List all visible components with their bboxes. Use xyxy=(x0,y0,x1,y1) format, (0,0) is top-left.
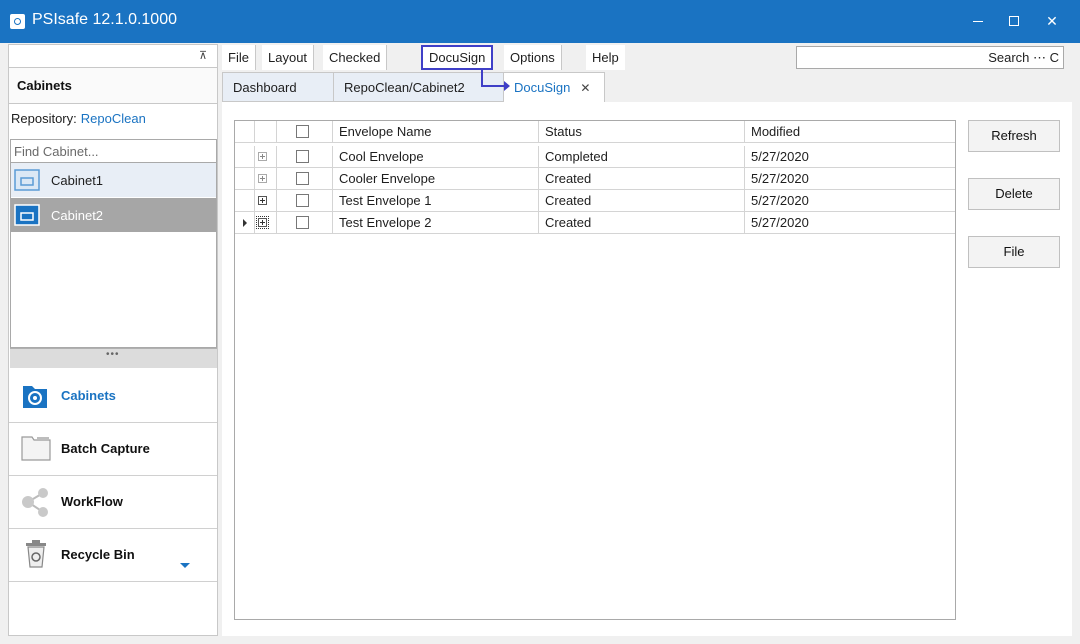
envelope-name-cell: Cooler Envelope xyxy=(333,168,539,190)
close-tab-icon[interactable]: ✕ xyxy=(580,81,590,95)
cabinet-icon xyxy=(14,169,40,191)
table-row[interactable]: Cooler Envelope Created 5/27/2020 xyxy=(235,168,955,190)
cabinet-icon xyxy=(14,204,40,226)
grip-icon: ••• xyxy=(106,349,120,360)
current-row-indicator-icon xyxy=(243,219,247,227)
modified-cell: 5/27/2020 xyxy=(751,215,809,230)
nav-item-workflow[interactable]: WorkFlow xyxy=(9,476,217,529)
annotation-arrow xyxy=(481,70,510,91)
menu-checked-out[interactable]: Checked Out xyxy=(323,45,388,90)
refresh-button[interactable]: Refresh xyxy=(968,120,1060,152)
modified-cell: 5/27/2020 xyxy=(751,193,809,208)
repository-row: Repository: RepoClean xyxy=(11,111,146,126)
status-cell: Created xyxy=(539,212,745,234)
cabinets-header: Cabinets xyxy=(9,68,217,104)
delete-button[interactable]: Delete xyxy=(968,178,1060,210)
window-title: PSIsafe 12.1.0.1000 xyxy=(32,11,177,28)
envelope-name-cell: Cool Envelope xyxy=(333,146,539,168)
menu-help[interactable]: Help xyxy=(586,45,625,70)
cabinet-label: Cabinet1 xyxy=(51,173,104,188)
find-cabinet-input[interactable] xyxy=(14,141,214,161)
cabinet-list: Cabinet1 Cabinet2 xyxy=(10,163,217,348)
table-row[interactable]: Test Envelope 1 Created 5/27/2020 xyxy=(235,190,955,212)
nav-label: WorkFlow xyxy=(61,494,123,509)
search-label: Search ⋯ C xyxy=(988,50,1059,65)
tab-label: DocuSign xyxy=(514,80,571,95)
expand-icon[interactable] xyxy=(258,174,267,183)
status-cell: Completed xyxy=(539,146,745,168)
cabinets-gear-icon xyxy=(23,386,47,408)
tab-dashboard[interactable]: Dashboard xyxy=(222,72,334,102)
panel-splitter[interactable]: ••• xyxy=(10,348,217,368)
cabinets-header-label: Cabinets xyxy=(17,78,72,93)
column-header-status[interactable]: Status xyxy=(539,121,745,143)
table-row[interactable]: Test Envelope 2 Created 5/27/2020 xyxy=(235,212,955,234)
modified-cell: 5/27/2020 xyxy=(751,149,809,164)
row-checkbox[interactable] xyxy=(296,194,309,207)
envelope-name-cell: Test Envelope 2 xyxy=(333,212,539,234)
chevron-down-icon[interactable] xyxy=(180,563,190,568)
search-field[interactable]: Search ⋯ C xyxy=(796,46,1064,69)
tab-docusign[interactable]: DocuSign ✕ xyxy=(503,72,605,102)
camera-icon xyxy=(10,14,25,29)
grid-header: Envelope Name Status Modified xyxy=(235,121,955,143)
select-all-checkbox[interactable] xyxy=(296,125,309,138)
minimize-button[interactable] xyxy=(964,8,992,34)
tab-label: Dashboard xyxy=(233,80,297,95)
status-cell: Created xyxy=(539,168,745,190)
expand-icon[interactable] xyxy=(256,216,269,229)
close-icon: ✕ xyxy=(1046,13,1058,29)
nav-label: Recycle Bin xyxy=(61,547,135,562)
nav-item-recycle-bin[interactable]: Recycle Bin xyxy=(9,529,217,582)
file-button[interactable]: File xyxy=(968,236,1060,268)
repository-link[interactable]: RepoClean xyxy=(81,111,146,126)
menu-docusign[interactable]: DocuSign xyxy=(421,45,494,70)
envelope-name-cell: Test Envelope 1 xyxy=(333,190,539,212)
status-cell: Created xyxy=(539,190,745,212)
menu-layout[interactable]: Layout xyxy=(262,45,315,70)
find-cabinet-field[interactable] xyxy=(10,139,217,163)
column-header-modified[interactable]: Modified xyxy=(745,121,955,143)
menu-options[interactable]: Options xyxy=(504,45,562,70)
nav-item-cabinets[interactable]: Cabinets xyxy=(9,370,217,423)
expand-icon[interactable] xyxy=(258,152,267,161)
menu-file[interactable]: File xyxy=(222,45,256,70)
folder-icon xyxy=(21,436,51,461)
cabinet-label: Cabinet2 xyxy=(51,208,104,223)
select-all-cell xyxy=(277,121,333,143)
column-header-envelope-name[interactable]: Envelope Name xyxy=(333,121,539,143)
cabinet-item-cabinet2[interactable]: Cabinet2 xyxy=(11,198,216,232)
cabinet-item-cabinet1[interactable]: Cabinet1 xyxy=(11,163,216,197)
pin-icon[interactable]: ⊼ xyxy=(199,49,207,62)
maximize-button[interactable] xyxy=(1000,8,1028,34)
row-checkbox[interactable] xyxy=(296,172,309,185)
row-checkbox[interactable] xyxy=(296,216,309,229)
envelope-grid: Envelope Name Status Modified Cool Envel… xyxy=(234,120,956,620)
row-checkbox[interactable] xyxy=(296,150,309,163)
table-row[interactable]: Cool Envelope Completed 5/27/2020 xyxy=(235,146,955,168)
tab-label: RepoClean/Cabinet2 xyxy=(344,80,465,95)
minimize-icon xyxy=(973,21,983,22)
expand-icon[interactable] xyxy=(258,196,267,205)
repository-label: Repository: xyxy=(11,111,77,126)
modified-cell: 5/27/2020 xyxy=(751,171,809,186)
maximize-icon xyxy=(1009,16,1019,26)
left-panel: ⊼ Cabinets Repository: RepoClean Cabinet1… xyxy=(8,44,218,636)
recycle-bin-icon xyxy=(26,540,46,568)
close-window-button[interactable]: ✕ xyxy=(1038,8,1066,34)
share-icon xyxy=(22,488,48,517)
nav-item-batch-capture[interactable]: Batch Capture xyxy=(9,423,217,476)
title-bar: PSIsafe 12.1.0.1000 ✕ xyxy=(0,0,1080,43)
nav-label: Cabinets xyxy=(61,388,116,403)
nav-label: Batch Capture xyxy=(61,441,150,456)
